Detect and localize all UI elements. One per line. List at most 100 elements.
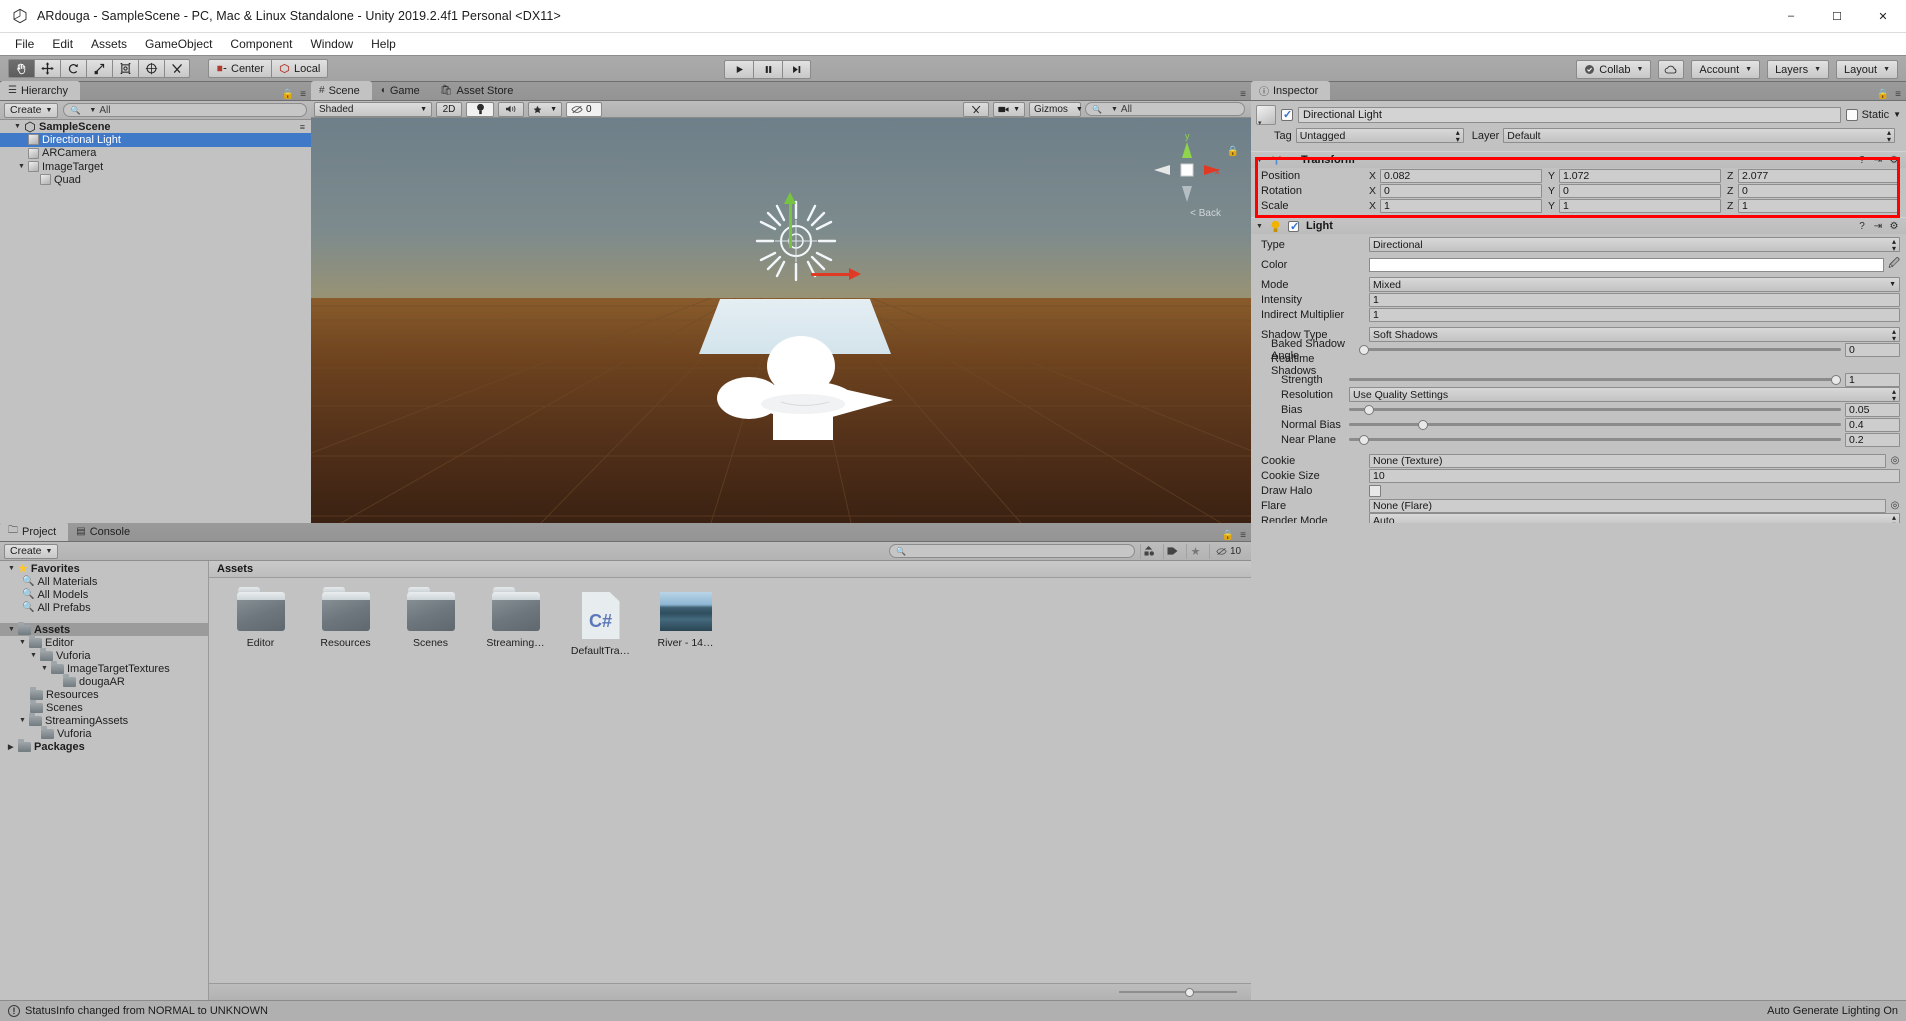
scene-audio-toggle[interactable] [498, 101, 524, 117]
project-item-all-materials[interactable]: 🔍 All Materials [0, 575, 208, 588]
pivot-rotation-button[interactable]: Local [271, 59, 329, 78]
menu-gameobject[interactable]: GameObject [136, 35, 221, 53]
expand-arrow-icon[interactable]: ▼ [18, 163, 28, 170]
breadcrumb[interactable]: Assets [209, 561, 1251, 578]
gizmo-axis-y[interactable] [789, 200, 792, 248]
gear-icon[interactable]: ⚙ [1888, 220, 1900, 232]
slider-knob[interactable] [1185, 987, 1194, 997]
scene-hidden-objects[interactable]: 0 [566, 101, 602, 117]
project-item-editor[interactable]: ▼ Editor [0, 635, 208, 649]
expand-arrow-icon[interactable]: ▼ [8, 565, 18, 572]
rotation-x-field[interactable]: 0 [1380, 183, 1542, 198]
tab-console[interactable]: ▤ Console [68, 522, 142, 541]
bias-slider[interactable] [1349, 403, 1841, 417]
asset-item[interactable]: Scenes [399, 587, 462, 657]
expand-arrow-icon[interactable]: ▼ [30, 652, 40, 659]
asset-item[interactable]: Resources [314, 587, 377, 657]
render-mode-dropdown[interactable]: Auto ▴▾ [1369, 513, 1900, 523]
inspector-menu-icon[interactable]: ≡ [1895, 89, 1901, 100]
hierarchy-menu-icon[interactable]: ≡ [300, 89, 306, 100]
project-item-vuforia-editor[interactable]: ▼ Vuforia [0, 648, 208, 662]
expand-arrow-icon[interactable]: ▼ [19, 639, 29, 646]
help-icon[interactable]: ? [1856, 220, 1868, 232]
slider-knob[interactable] [1417, 419, 1428, 430]
project-item-streamingassets[interactable]: ▼ StreamingAssets [0, 713, 208, 727]
scene-camera-button[interactable]: ▼ [993, 101, 1025, 117]
rotation-z-field[interactable]: 0 [1738, 183, 1900, 198]
hierarchy-create-button[interactable]: Create ▼ [4, 102, 59, 118]
project-item-favorites[interactable]: ▼ ★ Favorites [0, 562, 208, 576]
scale-x-field[interactable]: 1 [1380, 198, 1542, 213]
light-mode-dropdown[interactable]: Mixed ▼ [1369, 277, 1900, 292]
collapse-arrow-icon[interactable]: ▼ [1256, 223, 1266, 230]
rect-tool-button[interactable] [112, 59, 138, 78]
lock-icon[interactable]: 🔒 [282, 89, 294, 100]
tag-dropdown[interactable]: Untagged ▴ ▾ [1295, 128, 1464, 143]
normal-bias-field[interactable]: 0.4 [1845, 417, 1900, 432]
near-plane-slider[interactable] [1349, 433, 1841, 447]
gizmo-axis-y-arrow[interactable] [784, 192, 796, 204]
project-item-imagetargettextures[interactable]: ▼ ImageTargetTextures [0, 661, 208, 675]
menu-assets[interactable]: Assets [82, 35, 136, 53]
light-enabled-checkbox[interactable] [1288, 220, 1299, 233]
cloud-button[interactable] [1658, 60, 1685, 79]
resolution-dropdown[interactable]: Use Quality Settings ▴ ▾ [1349, 387, 1900, 402]
light-header[interactable]: ▼ Light ? ⇥ ⚙ [1251, 217, 1906, 234]
position-x-field[interactable]: 0.082 [1380, 168, 1542, 183]
object-enabled-checkbox[interactable] [1281, 108, 1293, 121]
lock-icon[interactable]: 🔒 [1222, 530, 1234, 541]
project-item-packages[interactable]: ▶ Packages [0, 739, 208, 753]
cookie-field[interactable]: None (Texture) [1369, 453, 1886, 468]
collapse-arrow-icon[interactable]: ▼ [1256, 157, 1266, 164]
expand-arrow-icon[interactable]: ▼ [19, 717, 29, 724]
tab-hierarchy[interactable]: ☰ Hierarchy [0, 81, 81, 100]
move-tool-button[interactable] [34, 59, 60, 78]
cookie-size-field[interactable]: 10 [1369, 468, 1900, 483]
rotate-tool-button[interactable] [60, 59, 86, 78]
scene-menu-icon[interactable]: ≡ [300, 122, 311, 132]
bias-field[interactable]: 0.05 [1845, 402, 1900, 417]
filter-by-type-button[interactable] [1140, 543, 1158, 559]
auto-generate-lighting-status[interactable]: Auto Generate Lighting On [1767, 1005, 1898, 1017]
tab-project[interactable]: 🗀 Project [0, 522, 69, 541]
hand-tool-button[interactable] [8, 59, 34, 78]
static-checkbox[interactable] [1845, 108, 1858, 121]
expand-arrow-icon[interactable]: ▼ [14, 123, 24, 130]
filter-by-label-button[interactable] [1163, 543, 1181, 559]
draw-halo-checkbox[interactable] [1369, 484, 1381, 497]
preset-icon[interactable]: ⇥ [1872, 154, 1884, 166]
tab-scene[interactable]: # Scene [311, 81, 372, 100]
status-message[interactable]: StatusInfo changed from NORMAL to UNKNOW… [25, 1005, 268, 1017]
slider-knob[interactable] [1358, 434, 1369, 445]
project-search-input[interactable]: 🔍 [889, 544, 1135, 558]
menu-help[interactable]: Help [362, 35, 405, 53]
maximize-button[interactable]: ☐ [1814, 0, 1860, 33]
layer-dropdown[interactable]: Default ▴ ▾ [1503, 128, 1895, 143]
slider-knob[interactable] [1831, 374, 1841, 385]
menu-component[interactable]: Component [221, 35, 301, 53]
2d-toggle-button[interactable]: 2D [436, 101, 462, 117]
transform-tool-button[interactable] [138, 59, 164, 78]
hidden-packages-button[interactable]: 10 [1209, 543, 1247, 559]
scene-fx-dropdown[interactable]: ▼ [528, 101, 562, 117]
light-type-dropdown[interactable]: Directional ▴ ▾ [1369, 237, 1900, 252]
gameobject-icon[interactable] [1256, 104, 1276, 127]
collab-button[interactable]: Collab ▼ [1576, 60, 1652, 79]
tab-game[interactable]: ◖ Game [372, 81, 432, 100]
baked-shadow-angle-slider[interactable] [1359, 343, 1841, 357]
hierarchy-item-imagetarget[interactable]: ▼ ImageTarget [0, 160, 311, 173]
gizmo-axis-x[interactable] [811, 273, 853, 276]
near-plane-field[interactable]: 0.2 [1845, 432, 1900, 447]
project-item-all-prefabs[interactable]: 🔍 All Prefabs [0, 601, 208, 614]
hierarchy-item-quad[interactable]: Quad [0, 173, 311, 186]
custom-tool-button[interactable] [164, 59, 190, 78]
help-icon[interactable]: ? [1856, 154, 1868, 166]
scene-orientation-gizmo[interactable]: y x [1151, 130, 1223, 208]
transform-header[interactable]: ▼ Transform ? ⇥ ⚙ [1251, 151, 1906, 168]
scene-lighting-toggle[interactable] [466, 101, 494, 117]
lock-icon[interactable]: 🔒 [1877, 89, 1889, 100]
expand-arrow-icon[interactable]: ▶ [8, 743, 18, 751]
shadow-type-dropdown[interactable]: Soft Shadows ▴ ▾ [1369, 327, 1900, 342]
asset-item[interactable]: Streaming… [484, 587, 547, 657]
eyedropper-icon[interactable]: 🖉 [1888, 255, 1900, 274]
